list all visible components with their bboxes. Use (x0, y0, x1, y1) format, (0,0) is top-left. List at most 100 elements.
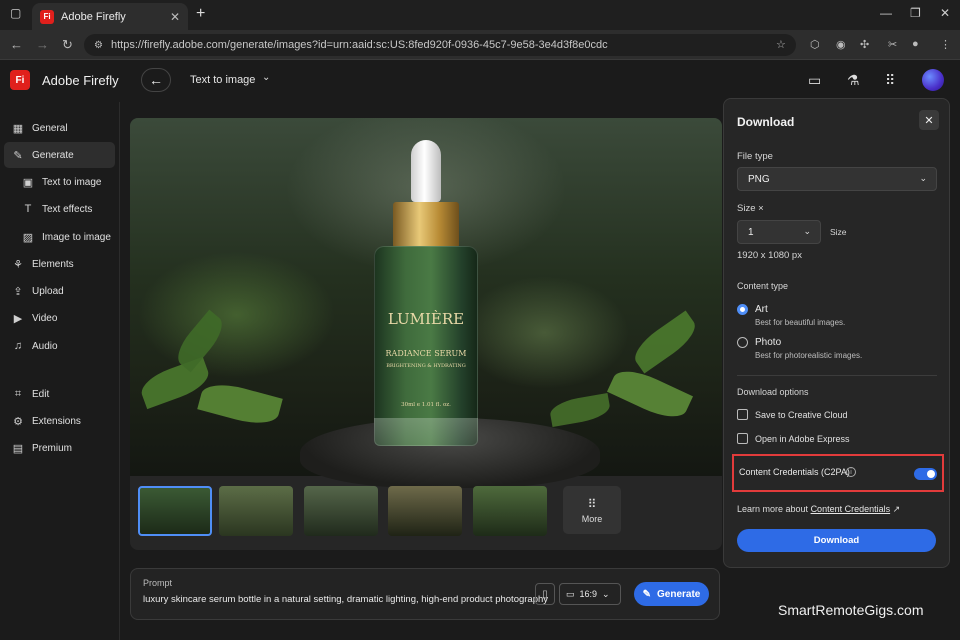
aspect-ratio-select[interactable]: ▭ 16:9 ⌄ (559, 583, 621, 605)
prompt-panel: Prompt luxury skincare serum bottle in a… (130, 568, 720, 620)
browser-tab[interactable]: Fi Adobe Firefly ✕ (32, 3, 188, 30)
download-button[interactable]: Download (737, 529, 936, 552)
external-link-icon[interactable]: ↗ (893, 504, 901, 514)
sidebar-item-premium[interactable]: ▤ Premium (4, 435, 115, 461)
audio-icon: ♫ (13, 340, 23, 352)
thumbnail-5[interactable] (473, 486, 547, 536)
text-effects-icon: T (24, 203, 32, 215)
content-credentials-label: Content Credentials (C2PA) (739, 467, 850, 477)
radio-art[interactable] (737, 304, 748, 315)
close-icon: ✕ (924, 114, 934, 127)
sidebar-item-edit[interactable]: ⌗ Edit (4, 381, 115, 407)
content-type-label: Content type (737, 281, 789, 291)
divider (737, 375, 937, 376)
bottle-base-shape (374, 418, 478, 446)
extension-c-icon[interactable]: ✂ (888, 38, 897, 51)
leaf-shape (628, 310, 702, 374)
close-panel-button[interactable]: ✕ (919, 110, 939, 130)
text-to-image-icon: ▣ (22, 176, 34, 189)
file-type-value: PNG (748, 173, 770, 185)
sidebar-item-label: Edit (32, 388, 50, 400)
thumbnail-4[interactable] (388, 486, 462, 536)
url-field[interactable]: ⚙ https://firefly.adobe.com/generate/ima… (84, 34, 796, 56)
composition-button[interactable]: ▯ (535, 583, 555, 605)
content-credentials-toggle[interactable] (914, 468, 937, 480)
generated-image[interactable]: LUMIÈRE RADIANCE SERUM BRIGHTENING & HYD… (130, 118, 722, 488)
tab-actions-icon[interactable]: ▢ (10, 6, 21, 20)
thumbnail-2[interactable] (219, 486, 293, 536)
browser-menu-icon[interactable]: ⋮ (940, 38, 951, 51)
extension-b-icon[interactable]: ◉ (836, 38, 846, 51)
sidebar-item-generate[interactable]: ✎ Generate (4, 142, 115, 168)
feedback-icon[interactable]: ▭ (808, 72, 821, 89)
sidebar-item-label: Video (32, 312, 58, 324)
new-tab-icon[interactable]: + (196, 5, 205, 23)
learn-more-line: Learn more about Content Credentials ↗ (737, 504, 900, 515)
edit-icon: ⌗ (14, 387, 22, 400)
sidebar-item-extensions[interactable]: ⚙ Extensions (4, 408, 115, 434)
mode-selector-label[interactable]: Text to image (190, 74, 255, 86)
minimize-icon[interactable]: — (880, 6, 892, 20)
generate-icon: ✎ (13, 149, 23, 162)
image-to-image-icon: ▨ (22, 231, 34, 244)
firefly-logo-icon[interactable]: Fi (10, 70, 30, 90)
sidebar-item-label: General (32, 122, 68, 134)
close-window-icon[interactable]: ✕ (940, 6, 950, 20)
reload-icon[interactable]: ↻ (62, 37, 73, 53)
back-icon[interactable]: ← (10, 37, 23, 52)
tab-title: Adobe Firefly (61, 10, 126, 23)
download-panel: Download ✕ File type PNG ⌄ Size × 1 ⌄ Si… (723, 98, 950, 568)
more-label: More (581, 513, 603, 524)
dimensions-text: 1920 x 1080 px (737, 250, 802, 261)
open-in-express-label: Open in Adobe Express (755, 434, 850, 444)
monitor-icon: ▭ (566, 588, 575, 599)
size-select[interactable]: 1 ⌄ (737, 220, 821, 244)
sidebar-item-upload[interactable]: ⇪ Upload (4, 278, 115, 304)
more-button[interactable]: ⠿ More (563, 486, 621, 534)
sidebar-item-audio[interactable]: ♫ Audio (4, 333, 115, 359)
bookmark-star-icon[interactable]: ☆ (776, 38, 786, 51)
avatar[interactable] (922, 69, 944, 91)
sidebar-item-elements[interactable]: ⚘ Elements (4, 251, 115, 277)
save-to-cc-checkbox[interactable] (737, 409, 748, 420)
leaf-shape (197, 378, 283, 430)
learn-more-prefix: Learn more about (737, 504, 809, 514)
site-info-icon[interactable]: ⚙ (94, 40, 103, 51)
watermark-text: SmartRemoteGigs.com (778, 602, 924, 618)
forward-icon[interactable]: → (36, 37, 49, 52)
sidebar-item-video[interactable]: ▶ Video (4, 305, 115, 331)
labs-flask-icon[interactable]: ⚗ (847, 72, 860, 89)
content-credentials-link[interactable]: Content Credentials (811, 504, 891, 514)
prompt-input[interactable]: luxury skincare serum bottle in a natura… (143, 594, 548, 605)
thumbnail-3[interactable] (304, 486, 378, 536)
sidebar-item-text-to-image[interactable]: ▣ Text to image (4, 169, 115, 195)
extension-a-icon[interactable]: ⬡ (810, 38, 820, 51)
back-button[interactable]: ← (141, 68, 171, 92)
generate-button[interactable]: ✎ Generate (634, 582, 709, 606)
download-options-label: Download options (737, 387, 809, 397)
radio-photo[interactable] (737, 337, 748, 348)
size-label: Size × (737, 203, 764, 214)
close-tab-icon[interactable]: ✕ (170, 10, 180, 24)
sidebar-item-image-to-image[interactable]: ▨ Image to image (4, 224, 115, 250)
download-button-label: Download (813, 535, 860, 546)
sidebar-item-label: Premium (32, 442, 73, 454)
apps-grid-icon[interactable]: ⠿ (885, 72, 895, 89)
profile-icon[interactable]: ● (912, 38, 919, 50)
info-icon[interactable]: i (846, 467, 856, 477)
sidebar-item-text-effects[interactable]: T Text effects (4, 196, 115, 222)
elements-icon: ⚘ (13, 258, 23, 271)
open-in-express-checkbox[interactable] (737, 433, 748, 444)
extensions-puzzle-icon[interactable]: ✣ (860, 38, 869, 51)
generate-label: Generate (657, 588, 701, 600)
app-name[interactable]: Adobe Firefly (42, 73, 119, 88)
size-value: 1 (748, 226, 754, 238)
maximize-icon[interactable]: ❐ (910, 6, 921, 20)
chevron-down-icon[interactable]: ⌄ (262, 72, 270, 83)
firefly-favicon-icon: Fi (40, 9, 54, 24)
file-type-select[interactable]: PNG ⌄ (737, 167, 937, 191)
bottle-product-text: RADIANCE SERUM (385, 349, 467, 358)
url-text: https://firefly.adobe.com/generate/image… (110, 39, 608, 51)
thumbnail-1[interactable] (138, 486, 212, 536)
sidebar-item-general[interactable]: ▦ General (4, 115, 115, 141)
